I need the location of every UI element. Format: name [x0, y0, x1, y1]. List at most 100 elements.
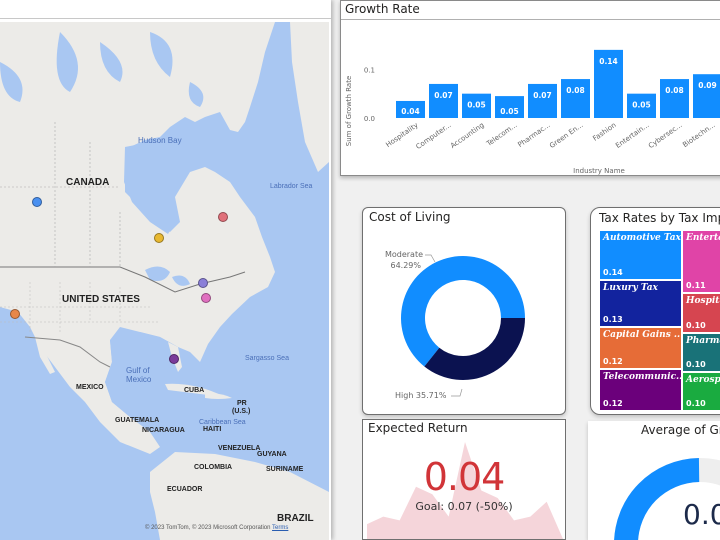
map-label-pr: PR — [237, 400, 247, 407]
bar-data-label: 0.09 — [698, 81, 717, 90]
bar — [561, 79, 590, 118]
pin-western-canada[interactable] — [32, 197, 42, 207]
cost-of-living-title: Cost of Living — [369, 210, 451, 224]
cost-of-living-donut: Moderate 64.29% High 35.71% — [385, 250, 525, 400]
average-growth-gauge-card[interactable]: Average of Gro 0.08 — [588, 421, 720, 540]
bar-data-label: 0.04 — [401, 107, 420, 116]
map-label-hudson-bay: Hudson Bay — [138, 136, 182, 145]
tile-label: Aerospac — [686, 375, 720, 385]
bar-data-label: 0.08 — [665, 86, 684, 95]
treemap-tile[interactable]: Hospitalit 0.10 — [682, 293, 720, 333]
growth-rate-card[interactable]: Growth Rate Sum of Growth Rate Industry … — [340, 0, 720, 176]
x-tick-label: Telecom... — [484, 121, 518, 148]
tax-rates-card[interactable]: Tax Rates by Tax Impl Automotive Tax 0.1… — [590, 207, 720, 415]
cost-of-living-card[interactable]: Cost of Living Moderate 64.29% High 35.71% — [362, 207, 566, 415]
expected-return-value: 0.04 — [423, 455, 506, 499]
pin-mid-atlantic[interactable] — [201, 293, 211, 303]
map-label-colombia: COLOMBIA — [194, 464, 233, 471]
terms-link[interactable]: Terms — [272, 525, 288, 531]
tile-value: 0.11 — [686, 281, 706, 290]
map-label-gulf-of-mexico: Gulf of — [126, 366, 150, 375]
growth-rate-title: Growth Rate — [345, 2, 420, 16]
tile-value: 0.10 — [686, 399, 706, 408]
expected-return-title: Expected Return — [368, 421, 468, 435]
map-label-suriname: SURINAME — [266, 466, 304, 473]
attribution-text: © 2023 TomTom, © 2023 Microsoft Corporat… — [145, 525, 271, 531]
x-tick-label: Accounting — [449, 121, 486, 150]
bar — [528, 83, 557, 118]
treemap-tile[interactable]: Telecommunic... 0.12 — [599, 369, 686, 411]
donut-label-high: High 35.71% — [395, 391, 447, 400]
pin-new-york[interactable] — [198, 278, 208, 288]
treemap-tile[interactable]: Enterta... 0.11 — [682, 230, 720, 293]
tile-label: Hospitalit — [686, 296, 720, 306]
bar — [429, 83, 458, 118]
tile-label: Capital Gains ... — [603, 330, 684, 340]
expected-return-card[interactable]: Expected Return 0.04 Goal: 0.07 (-50%) — [362, 419, 566, 540]
map-label-mexico: MEXICO — [76, 384, 104, 391]
x-axis-title: Industry Name — [573, 167, 625, 175]
bar-data-label: 0.07 — [533, 91, 552, 100]
x-tick-label: Fashion — [591, 121, 617, 143]
tile-value: 0.12 — [603, 357, 623, 366]
tax-rates-title: Tax Rates by Tax Impl — [599, 211, 720, 225]
treemap-tile[interactable]: Capital Gains ... 0.12 — [599, 327, 684, 369]
pin-california[interactable] — [10, 309, 20, 319]
bar-data-label: 0.05 — [467, 101, 486, 110]
map-attribution: © 2023 TomTom, © 2023 Microsoft Corporat… — [145, 525, 288, 531]
map-label-guatemala: GUATEMALA — [115, 417, 160, 424]
bar-data-label: 0.05 — [500, 107, 519, 116]
tile-value: 0.13 — [603, 315, 623, 324]
map-label-labrador-sea: Labrador Sea — [270, 183, 313, 190]
pin-florida[interactable] — [169, 354, 179, 364]
treemap-tile[interactable]: Pharma T 0.10 — [682, 333, 720, 372]
map-label-sargasso-sea: Sargasso Sea — [245, 355, 289, 362]
bar-data-label: 0.05 — [632, 101, 651, 110]
map-label-united-states: UNITED STATES — [62, 294, 140, 305]
tile-label: Pharma T — [686, 336, 720, 346]
x-tick-label: Computer... — [415, 121, 453, 151]
tile-label: Telecommunic... — [603, 372, 686, 382]
bar-data-label: 0.14 — [599, 57, 618, 66]
treemap-tile[interactable]: Luxury Tax 0.13 — [599, 280, 682, 327]
pin-central-canada[interactable] — [154, 233, 164, 243]
donut-label-moderate: Moderate — [385, 250, 423, 259]
pin-quebec[interactable] — [218, 212, 228, 222]
tile-value: 0.14 — [603, 268, 623, 277]
map-label-brazil: BRAZIL — [277, 513, 314, 524]
map-land — [0, 22, 329, 540]
growth-rate-title-bar: Growth Rate — [341, 1, 720, 20]
treemap-tile[interactable]: Automotive Tax 0.14 — [599, 230, 682, 280]
map-label-ecuador: ECUADOR — [167, 486, 203, 493]
map-header — [0, 0, 331, 19]
x-tick-label: Cybersec... — [647, 121, 684, 150]
map-label-gulf-of-mexico-2: Mexico — [126, 375, 152, 384]
expected-return-goal: Goal: 0.07 (-50%) — [415, 500, 513, 513]
y-tick-label: 0.0 — [364, 115, 375, 123]
bar-data-label: 0.07 — [434, 91, 453, 100]
donut-leader-high — [451, 388, 463, 397]
map-label-haiti: HAITI — [203, 426, 222, 433]
map-label-pr-us: (U.S.) — [232, 408, 251, 415]
map-visual[interactable]: CANADA UNITED STATES MEXICO GUATEMALA NI… — [0, 0, 331, 540]
x-tick-label: Entertain... — [614, 121, 650, 150]
x-tick-label: Green En... — [548, 121, 585, 150]
y-axis-title: Sum of Growth Rate — [345, 76, 353, 147]
tile-value: 0.10 — [686, 321, 706, 330]
growth-rate-chart: Sum of Growth Rate Industry Name 0.00.1 … — [345, 49, 720, 175]
tile-value: 0.12 — [603, 399, 623, 408]
donut-leader-moderate — [425, 254, 436, 263]
map-label-guyana: GUYANA — [257, 451, 287, 458]
average-growth-value: 0.08 — [683, 498, 720, 531]
map-label-cuba: CUBA — [184, 387, 205, 394]
bar — [660, 79, 689, 118]
y-tick-label: 0.1 — [364, 66, 375, 74]
map-label-venezuela: VENEZUELA — [218, 445, 261, 452]
x-tick-label: Biotechn... — [681, 121, 716, 149]
donut-slice-high — [424, 318, 525, 380]
map-area[interactable]: CANADA UNITED STATES MEXICO GUATEMALA NI… — [0, 22, 329, 540]
treemap-tile[interactable]: Aerospac 0.10 — [682, 372, 720, 411]
map-label-canada: CANADA — [66, 177, 110, 188]
x-tick-label: Pharmac... — [516, 121, 551, 149]
tile-value: 0.10 — [686, 360, 706, 369]
